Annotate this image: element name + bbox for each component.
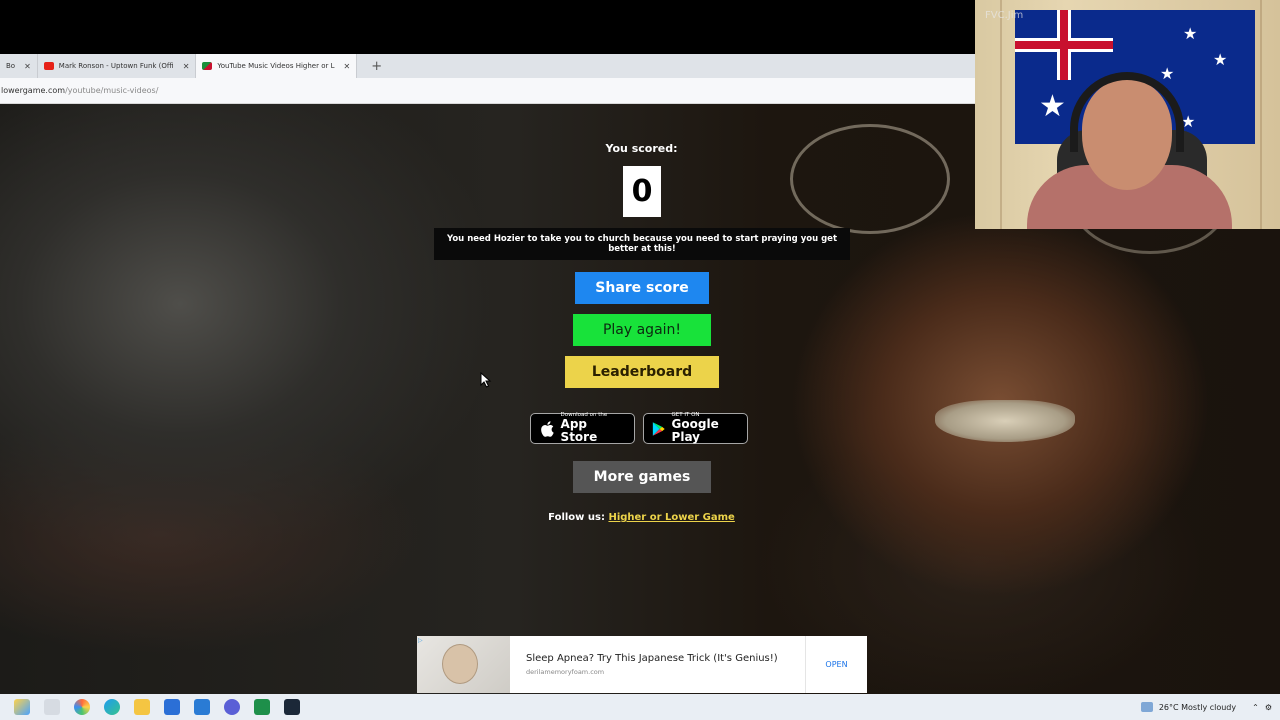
tab-label: Mark Ronson - Uptown Funk (Offi [58,62,174,70]
chevron-up-icon[interactable]: ⌃ [1252,703,1259,712]
ad-image [417,636,510,693]
new-tab-button[interactable]: + [357,54,396,78]
star-icon: ★ [1183,24,1198,43]
game-icon [202,62,213,70]
background-video-detail [935,400,1075,442]
apple-icon [541,420,554,437]
play-again-button[interactable]: Play again! [573,314,711,346]
follow-link[interactable]: Higher or Lower Game [608,512,734,523]
ad-title[interactable]: Sleep Apnea? Try This Japanese Trick (It… [526,653,805,664]
app-store-badge[interactable]: Download on the App Store [530,412,635,445]
webcam-overlay: ★ ★ ★ ★ ★ FVC.Jim [975,0,1280,229]
star-icon: ★ [1160,64,1175,83]
task-view-icon[interactable] [44,699,60,715]
google-play-badge[interactable]: GET IT ON Google Play [643,412,748,445]
webcam-label: FVC.Jim [985,10,1024,21]
mouse-cursor-icon [480,372,492,388]
file-explorer-icon[interactable] [134,699,150,715]
ad-open-button[interactable]: OPEN [805,636,867,693]
weather-text[interactable]: 26°C Mostly cloudy [1159,703,1236,712]
leaderboard-button[interactable]: Leaderboard [565,356,719,388]
youtube-icon [43,62,54,70]
appstore-big-text: App Store [560,417,598,445]
adchoices-icon[interactable]: ▷ [418,637,423,644]
union-jack [1015,10,1113,80]
share-score-button[interactable]: Share score [575,272,709,304]
store-icon[interactable] [164,699,180,715]
star-icon: ★ [1039,89,1066,124]
google-play-icon [652,421,665,436]
more-games-button[interactable]: More games [573,461,711,493]
follow-us: Follow us: Higher or Lower Game [0,512,1280,523]
tab-3-active[interactable]: YouTube Music Videos Higher or L ✕ [196,54,358,78]
discord-icon[interactable] [224,699,240,715]
close-icon[interactable]: ✕ [344,62,351,71]
copilot-icon[interactable] [14,699,30,715]
score-value: 0 [623,166,661,217]
wall-panel [1260,0,1262,229]
wall-panel [1000,0,1002,229]
address-path: /youtube/music-videos/ [65,86,159,95]
browser-tab-bar: Bo ✕ Mark Ronson - Uptown Funk (Offi ✕ Y… [0,54,975,78]
address-bar[interactable]: lowergame.com/youtube/music-videos/ [0,78,975,104]
ad-domain: derilamemoryfoam.com [526,668,605,676]
background-video-detail [790,124,950,234]
copilot-app-icon[interactable] [74,699,90,715]
close-icon[interactable]: ✕ [183,62,190,71]
weather-icon [1140,702,1153,712]
googleplay-big-text: Google Play [671,417,719,445]
close-icon[interactable]: ✕ [24,62,31,71]
xbox-icon[interactable] [254,699,270,715]
star-icon: ★ [1213,50,1228,69]
tab-2[interactable]: Mark Ronson - Uptown Funk (Offi ✕ [38,54,197,78]
address-host: lowergame.com [1,86,66,95]
steam-icon[interactable] [284,699,300,715]
windows-taskbar: 26°C Mostly cloudy ⌃ ⚙ [0,694,1280,720]
tab-1[interactable]: Bo ✕ [0,54,38,78]
follow-label: Follow us: [548,512,605,523]
score-message: You need Hozier to take you to church be… [434,228,850,260]
tray-app-icon[interactable]: ⚙ [1265,703,1272,712]
tab-label: YouTube Music Videos Higher or L [217,62,335,70]
tab-label: Bo [6,62,16,70]
system-tray: 26°C Mostly cloudy ⌃ ⚙ [1140,694,1280,720]
mail-icon[interactable] [194,699,210,715]
edge-icon[interactable] [104,699,120,715]
ad-banner[interactable]: Sleep Apnea? Try This Japanese Trick (It… [417,636,867,693]
